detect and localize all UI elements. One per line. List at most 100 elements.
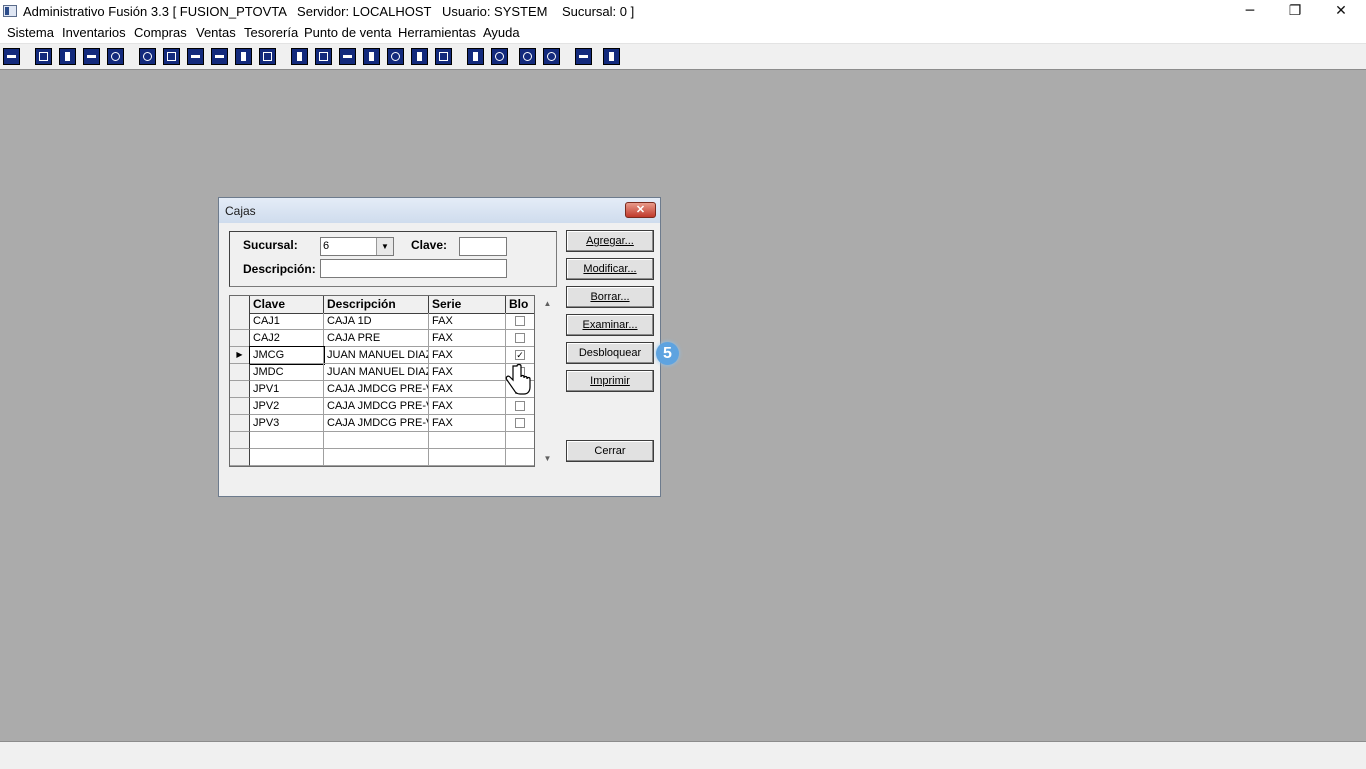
modificar-button[interactable]: Modificar... xyxy=(566,258,654,280)
folder-icon[interactable] xyxy=(163,48,180,65)
cell-serie[interactable]: FAX xyxy=(429,381,506,398)
cell-clave[interactable]: CAJ2 xyxy=(250,330,324,347)
table-row[interactable]: CAJ1 CAJA 1D FAX xyxy=(230,313,534,330)
export-icon[interactable] xyxy=(339,48,356,65)
bloqueada-checkbox[interactable] xyxy=(515,418,525,428)
imprimir-button[interactable]: Imprimir xyxy=(566,370,654,392)
menu-punto-de-venta[interactable]: Punto de venta xyxy=(304,25,391,40)
users-icon[interactable] xyxy=(291,48,308,65)
printer-icon[interactable] xyxy=(211,48,228,65)
add-icon[interactable] xyxy=(363,48,380,65)
table-row[interactable]: CAJ2 CAJA PRE FAX xyxy=(230,330,534,347)
cell-descripcion[interactable]: CAJA PRE xyxy=(324,330,429,347)
grid-scrollbar[interactable]: ▲ ▼ xyxy=(539,295,556,467)
dialog-close-button[interactable]: ✕ xyxy=(625,202,656,218)
cell-descripcion[interactable] xyxy=(324,432,429,449)
column-header-bloqueada[interactable]: Blo xyxy=(506,296,534,313)
sucursal-combo[interactable]: 6 ▼ xyxy=(320,237,394,256)
back-icon[interactable] xyxy=(575,48,592,65)
cell-descripcion[interactable] xyxy=(324,449,429,466)
cell-serie[interactable]: FAX xyxy=(429,415,506,432)
menu-compras[interactable]: Compras xyxy=(134,25,187,40)
borrar-button[interactable]: Borrar... xyxy=(566,286,654,308)
row-indicator[interactable]: ▶ xyxy=(230,347,250,364)
list-icon[interactable] xyxy=(259,48,276,65)
copy-icon[interactable] xyxy=(35,48,52,65)
row-indicator[interactable] xyxy=(230,398,250,415)
examinar-button[interactable]: Examinar... xyxy=(566,314,654,336)
row-indicator[interactable] xyxy=(230,330,250,347)
cell-serie[interactable]: FAX xyxy=(429,347,506,364)
cell-clave[interactable]: JMDC xyxy=(250,364,324,381)
table-row[interactable] xyxy=(230,432,534,449)
cell-serie[interactable]: FAX xyxy=(429,398,506,415)
cell-serie[interactable]: FAX xyxy=(429,364,506,381)
cell-descripcion[interactable]: CAJA 1D xyxy=(324,313,429,330)
refresh-icon[interactable] xyxy=(519,48,536,65)
row-indicator[interactable] xyxy=(230,381,250,398)
cell-descripcion[interactable]: JUAN MANUEL DIAZ xyxy=(324,364,429,381)
bloqueada-checkbox[interactable] xyxy=(515,333,525,343)
cell-bloqueada[interactable] xyxy=(506,313,534,330)
dialog-title-bar[interactable]: Cajas ✕ xyxy=(219,198,660,223)
close-button[interactable]: ✕ xyxy=(1318,0,1364,24)
column-header-clave[interactable]: Clave xyxy=(250,296,324,313)
scroll-down-icon[interactable]: ▼ xyxy=(539,450,556,467)
cell-serie[interactable] xyxy=(429,432,506,449)
cell-clave[interactable]: JMCG xyxy=(249,346,325,365)
descripcion-input[interactable] xyxy=(320,259,507,278)
cell-descripcion[interactable]: CAJA JMDCG PRE-VE xyxy=(324,381,429,398)
row-indicator[interactable] xyxy=(230,415,250,432)
calculator-icon[interactable] xyxy=(3,48,20,65)
menu-inventarios[interactable]: Inventarios xyxy=(62,25,126,40)
clave-input[interactable] xyxy=(459,237,507,256)
table-row[interactable]: JPV1CAJA JMDCG PRE-VEFAX xyxy=(230,381,534,398)
menu-sistema[interactable]: Sistema xyxy=(7,25,54,40)
user-icon[interactable] xyxy=(139,48,156,65)
cell-descripcion[interactable]: CAJA JMDCG PRE-VE xyxy=(324,398,429,415)
table-row[interactable]: JPV3CAJA JMDCG PRE-VEFAX xyxy=(230,415,534,432)
bloqueada-checkbox[interactable] xyxy=(515,401,525,411)
cell-serie[interactable]: FAX xyxy=(429,313,506,330)
row-indicator[interactable] xyxy=(230,364,250,381)
transfer-icon[interactable] xyxy=(83,48,100,65)
search-icon[interactable] xyxy=(107,48,124,65)
cell-clave[interactable]: JPV2 xyxy=(250,398,324,415)
cell-clave[interactable]: CAJ1 xyxy=(250,313,324,330)
app-icon[interactable] xyxy=(3,5,17,17)
chevron-down-icon[interactable]: ▼ xyxy=(376,238,393,255)
cash-register-icon[interactable] xyxy=(315,48,332,65)
column-header-serie[interactable]: Serie xyxy=(429,296,506,313)
cell-descripcion[interactable]: JUAN MANUEL DIAZ xyxy=(324,347,429,364)
agregar-button[interactable]: Agregar... xyxy=(566,230,654,252)
zoom-icon[interactable] xyxy=(491,48,508,65)
minimize-button[interactable]: ─ xyxy=(1227,0,1273,24)
table-row[interactable]: JPV2CAJA JMDCG PRE-VEFAX xyxy=(230,398,534,415)
table-row[interactable]: ▶ JMCG JUAN MANUEL DIAZ FAX ✓ xyxy=(230,346,534,365)
cell-bloqueada[interactable] xyxy=(506,415,534,432)
cell-bloqueada[interactable] xyxy=(506,398,534,415)
cell-serie[interactable]: FAX xyxy=(429,330,506,347)
row-indicator[interactable] xyxy=(230,432,250,449)
cell-descripcion[interactable]: CAJA JMDCG PRE-VE xyxy=(324,415,429,432)
dollar-icon[interactable] xyxy=(387,48,404,65)
cell-clave[interactable] xyxy=(250,432,324,449)
restore-button[interactable]: ❐ xyxy=(1272,0,1318,24)
column-header-descripcion[interactable]: Descripción xyxy=(324,296,429,313)
cell-bloqueada[interactable] xyxy=(506,330,534,347)
clipboard-icon[interactable] xyxy=(59,48,76,65)
document-icon[interactable] xyxy=(235,48,252,65)
desbloquear-button[interactable]: Desbloquear xyxy=(566,342,654,364)
scroll-up-icon[interactable]: ▲ xyxy=(539,295,556,312)
cell-serie[interactable] xyxy=(429,449,506,466)
cerrar-button[interactable]: Cerrar xyxy=(566,440,654,462)
cajas-grid[interactable]: Clave Descripción Serie Blo CAJ1 CAJA 1D F… xyxy=(229,295,535,467)
cell-clave[interactable]: JPV3 xyxy=(250,415,324,432)
row-indicator[interactable] xyxy=(230,313,250,330)
help-icon[interactable] xyxy=(603,48,620,65)
menu-tesoreria[interactable]: Tesorería xyxy=(244,25,298,40)
report-icon[interactable] xyxy=(411,48,428,65)
cell-bloqueada[interactable] xyxy=(506,432,534,449)
undo-icon[interactable] xyxy=(543,48,560,65)
cell-bloqueada[interactable] xyxy=(506,449,534,466)
